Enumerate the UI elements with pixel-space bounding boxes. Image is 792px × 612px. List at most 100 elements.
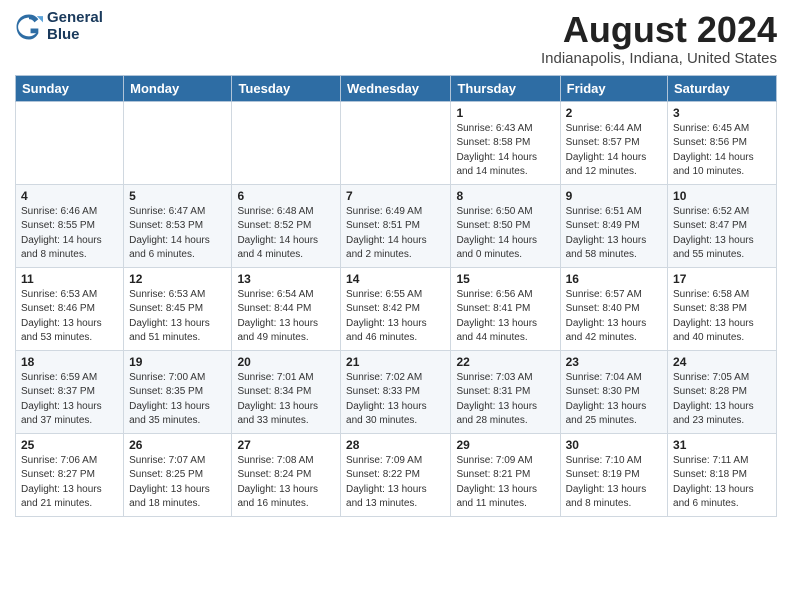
cell-1-3: 7 Sunrise: 6:49 AM Sunset: 8:51 PM Daylig… (341, 184, 451, 267)
logo-line1: General (47, 9, 103, 26)
day-num-1-5: 9 (566, 189, 662, 203)
cell-0-0 (16, 101, 124, 184)
logo-icon (15, 13, 43, 41)
cell-3-3: 21 Sunrise: 7:02 AM Sunset: 8:33 PM Dayli… (341, 350, 451, 433)
cell-0-2 (232, 101, 341, 184)
day-info-1-6: Sunrise: 6:52 AM Sunset: 8:47 PM Dayligh… (673, 205, 771, 263)
day-info-2-0: Sunrise: 6:53 AM Sunset: 8:46 PM Dayligh… (21, 288, 118, 346)
cell-3-1: 19Sunrise: 7:00 AM Sunset: 8:35 PM Dayli… (124, 350, 232, 433)
cell-2-4: 15 Sunrise: 6:56 AM Sunset: 8:41 PM Dayli… (451, 267, 560, 350)
col-thursday: Thursday (451, 75, 560, 101)
cell-1-6: 10 Sunrise: 6:52 AM Sunset: 8:47 PM Dayli… (668, 184, 777, 267)
day-info-3-6: Sunrise: 7:05 AM Sunset: 8:28 PM Dayligh… (673, 371, 771, 429)
day-num-1-2: 6 (237, 189, 335, 203)
day-info-0-6: Sunrise: 6:45 AM Sunset: 8:56 PM Dayligh… (673, 122, 771, 180)
page: General Blue August 2024 Indianapolis, I… (0, 0, 792, 612)
day-num-0-4: 1 (456, 106, 554, 120)
day-num-2-5: 16 (566, 272, 662, 286)
cell-4-4: 29 Sunrise: 7:09 AM Sunset: 8:21 PM Dayli… (451, 433, 560, 516)
cell-2-2: 13 Sunrise: 6:54 AM Sunset: 8:44 PM Dayli… (232, 267, 341, 350)
day-info-3-0: Sunrise: 6:59 AM Sunset: 8:37 PM Dayligh… (21, 371, 118, 429)
day-num-0-5: 2 (566, 106, 662, 120)
day-info-1-3: Sunrise: 6:49 AM Sunset: 8:51 PM Dayligh… (346, 205, 445, 263)
location: Indianapolis, Indiana, United States (541, 50, 777, 67)
cell-2-6: 17 Sunrise: 6:58 AM Sunset: 8:38 PM Dayli… (668, 267, 777, 350)
header: General Blue August 2024 Indianapolis, I… (15, 10, 777, 67)
day-num-1-3: 7 (346, 189, 445, 203)
day-num-3-3: 21 (346, 355, 445, 369)
header-row: Sunday Monday Tuesday Wednesday Thursday… (16, 75, 777, 101)
cell-2-1: 12Sunrise: 6:53 AM Sunset: 8:45 PM Dayli… (124, 267, 232, 350)
day-num-3-5: 23 (566, 355, 662, 369)
week-row-0: 1Sunrise: 6:43 AM Sunset: 8:58 PM Daylig… (16, 101, 777, 184)
cell-1-5: 9 Sunrise: 6:51 AM Sunset: 8:49 PM Daylig… (560, 184, 667, 267)
day-info-2-6: Sunrise: 6:58 AM Sunset: 8:38 PM Dayligh… (673, 288, 771, 346)
cell-2-5: 16Sunrise: 6:57 AM Sunset: 8:40 PM Dayli… (560, 267, 667, 350)
day-info-1-4: Sunrise: 6:50 AM Sunset: 8:50 PM Dayligh… (456, 205, 554, 263)
day-info-4-4: Sunrise: 7:09 AM Sunset: 8:21 PM Dayligh… (456, 454, 554, 512)
day-info-0-5: Sunrise: 6:44 AM Sunset: 8:57 PM Dayligh… (566, 122, 662, 180)
cell-4-2: 27 Sunrise: 7:08 AM Sunset: 8:24 PM Dayli… (232, 433, 341, 516)
day-info-3-1: Sunrise: 7:00 AM Sunset: 8:35 PM Dayligh… (129, 371, 226, 429)
day-num-2-4: 15 (456, 272, 554, 286)
cell-4-1: 26 Sunrise: 7:07 AM Sunset: 8:25 PM Dayli… (124, 433, 232, 516)
cell-1-0: 4Sunrise: 6:46 AM Sunset: 8:55 PM Daylig… (16, 184, 124, 267)
col-wednesday: Wednesday (341, 75, 451, 101)
day-info-4-3: Sunrise: 7:09 AM Sunset: 8:22 PM Dayligh… (346, 454, 445, 512)
day-info-3-2: Sunrise: 7:01 AM Sunset: 8:34 PM Dayligh… (237, 371, 335, 429)
cell-0-4: 1Sunrise: 6:43 AM Sunset: 8:58 PM Daylig… (451, 101, 560, 184)
day-num-4-2: 27 (237, 438, 335, 452)
day-info-2-4: Sunrise: 6:56 AM Sunset: 8:41 PM Dayligh… (456, 288, 554, 346)
title-area: August 2024 Indianapolis, Indiana, Unite… (541, 10, 777, 67)
day-num-2-0: 11 (21, 272, 118, 286)
cell-2-3: 14Sunrise: 6:55 AM Sunset: 8:42 PM Dayli… (341, 267, 451, 350)
day-info-1-5: Sunrise: 6:51 AM Sunset: 8:49 PM Dayligh… (566, 205, 662, 263)
cell-3-5: 23 Sunrise: 7:04 AM Sunset: 8:30 PM Dayli… (560, 350, 667, 433)
day-num-3-4: 22 (456, 355, 554, 369)
day-num-4-3: 28 (346, 438, 445, 452)
day-info-3-5: Sunrise: 7:04 AM Sunset: 8:30 PM Dayligh… (566, 371, 662, 429)
logo: General Blue (15, 10, 103, 43)
week-row-4: 25 Sunrise: 7:06 AM Sunset: 8:27 PM Dayli… (16, 433, 777, 516)
logo-line2: Blue (47, 26, 80, 43)
cell-0-6: 3 Sunrise: 6:45 AM Sunset: 8:56 PM Daylig… (668, 101, 777, 184)
col-monday: Monday (124, 75, 232, 101)
cell-1-1: 5Sunrise: 6:47 AM Sunset: 8:53 PM Daylig… (124, 184, 232, 267)
day-num-4-0: 25 (21, 438, 118, 452)
day-info-4-5: Sunrise: 7:10 AM Sunset: 8:19 PM Dayligh… (566, 454, 662, 512)
day-num-1-4: 8 (456, 189, 554, 203)
cell-2-0: 11 Sunrise: 6:53 AM Sunset: 8:46 PM Dayli… (16, 267, 124, 350)
day-info-4-6: Sunrise: 7:11 AM Sunset: 8:18 PM Dayligh… (673, 454, 771, 512)
cell-1-4: 8 Sunrise: 6:50 AM Sunset: 8:50 PM Daylig… (451, 184, 560, 267)
day-info-4-1: Sunrise: 7:07 AM Sunset: 8:25 PM Dayligh… (129, 454, 226, 512)
day-info-4-2: Sunrise: 7:08 AM Sunset: 8:24 PM Dayligh… (237, 454, 335, 512)
cell-3-2: 20 Sunrise: 7:01 AM Sunset: 8:34 PM Dayli… (232, 350, 341, 433)
day-num-3-6: 24 (673, 355, 771, 369)
cell-4-3: 28 Sunrise: 7:09 AM Sunset: 8:22 PM Dayli… (341, 433, 451, 516)
day-num-3-2: 20 (237, 355, 335, 369)
day-num-1-6: 10 (673, 189, 771, 203)
day-num-2-1: 12 (129, 272, 226, 286)
day-info-3-4: Sunrise: 7:03 AM Sunset: 8:31 PM Dayligh… (456, 371, 554, 429)
day-info-1-2: Sunrise: 6:48 AM Sunset: 8:52 PM Dayligh… (237, 205, 335, 263)
day-num-2-2: 13 (237, 272, 335, 286)
day-info-2-2: Sunrise: 6:54 AM Sunset: 8:44 PM Dayligh… (237, 288, 335, 346)
day-num-4-1: 26 (129, 438, 226, 452)
week-row-1: 4Sunrise: 6:46 AM Sunset: 8:55 PM Daylig… (16, 184, 777, 267)
calendar-table: Sunday Monday Tuesday Wednesday Thursday… (15, 75, 777, 517)
cell-1-2: 6 Sunrise: 6:48 AM Sunset: 8:52 PM Daylig… (232, 184, 341, 267)
cell-4-6: 31 Sunrise: 7:11 AM Sunset: 8:18 PM Dayli… (668, 433, 777, 516)
day-num-4-5: 30 (566, 438, 662, 452)
day-info-3-3: Sunrise: 7:02 AM Sunset: 8:33 PM Dayligh… (346, 371, 445, 429)
col-saturday: Saturday (668, 75, 777, 101)
day-num-2-6: 17 (673, 272, 771, 286)
col-friday: Friday (560, 75, 667, 101)
cell-4-0: 25 Sunrise: 7:06 AM Sunset: 8:27 PM Dayli… (16, 433, 124, 516)
day-info-4-0: Sunrise: 7:06 AM Sunset: 8:27 PM Dayligh… (21, 454, 118, 512)
day-num-1-0: 4 (21, 189, 118, 203)
cell-4-5: 30 Sunrise: 7:10 AM Sunset: 8:19 PM Dayli… (560, 433, 667, 516)
day-num-3-0: 18 (21, 355, 118, 369)
day-num-4-6: 31 (673, 438, 771, 452)
day-num-4-4: 29 (456, 438, 554, 452)
day-num-0-6: 3 (673, 106, 771, 120)
